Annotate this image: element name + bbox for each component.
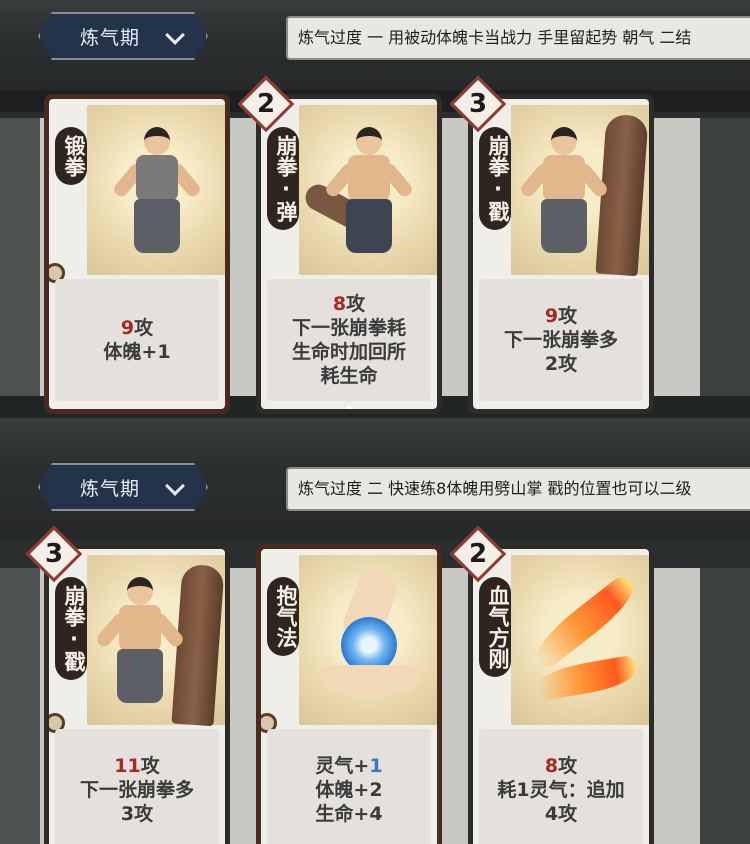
- card-face: 抱气法 灵气+1 体魄+2 生命+4: [261, 549, 437, 844]
- damage-suffix: 攻: [140, 755, 160, 777]
- card-bengquan-tan[interactable]: 崩拳·弹 8攻 下一张崩拳耗 生命时加回所 耗生命 2: [237, 75, 442, 414]
- card-bengquan-chuo[interactable]: 崩拳·戳 11攻 下一张崩拳多 3攻 3: [25, 525, 230, 844]
- card-description: 灵气+1 体魄+2 生命+4: [267, 729, 431, 844]
- card-name: 崩拳·弹: [267, 127, 299, 230]
- card-name: 崩拳·戳: [479, 127, 511, 230]
- cost-value: 2: [256, 89, 276, 119]
- chevron-down-icon: [165, 476, 185, 496]
- effect-line: 下一张崩拳多: [79, 779, 194, 801]
- cost-value: 3: [44, 539, 64, 569]
- cost-value: 3: [468, 89, 488, 119]
- card-face: 崩拳·戳 11攻 下一张崩拳多 3攻: [49, 549, 225, 844]
- fighter-illustration: [111, 127, 203, 267]
- card-description: 8攻 耗1灵气：追加 4攻: [479, 729, 643, 844]
- cost-value: 2: [468, 539, 488, 569]
- damage-suffix: 攻: [558, 755, 578, 777]
- damage-suffix: 攻: [134, 317, 154, 339]
- chevron-down-icon: [165, 25, 185, 45]
- card-art: [511, 105, 649, 277]
- card-baoqifa[interactable]: 抱气法 灵气+1 体魄+2 生命+4: [256, 544, 442, 844]
- damage-suffix: 攻: [558, 305, 578, 327]
- card-art: [299, 105, 437, 275]
- card-name: 血气方刚: [479, 577, 511, 677]
- effect-line: 体魄+1: [103, 341, 171, 363]
- card-face: 血气方刚 8攻 耗1灵气：追加 4攻: [473, 549, 649, 844]
- strategy-tip-bar[interactable]: 炼气过度 二 快速练8体魄用劈山掌 戳的位置也可以二级: [286, 467, 750, 511]
- damage-value: 9: [120, 317, 135, 339]
- qi-label: 灵气+: [315, 755, 370, 777]
- card-name: 崩拳·戳: [55, 577, 87, 680]
- qi-value: 1: [369, 755, 383, 777]
- effect-line: 耗生命: [320, 365, 378, 387]
- stage-dropdown[interactable]: 炼气期: [38, 12, 208, 60]
- damage-value: 8: [332, 293, 347, 315]
- card-art: [87, 105, 225, 275]
- effect-line: 2攻: [544, 353, 578, 375]
- card-description: 11攻 下一张崩拳多 3攻: [55, 729, 219, 844]
- card-art: [511, 555, 649, 725]
- damage-value: 11: [114, 755, 141, 777]
- card-face: 崩拳·戳 9攻 下一张崩拳多 2攻: [473, 99, 649, 409]
- effect-line: 3攻: [120, 803, 154, 825]
- damage-value: 8: [544, 755, 559, 777]
- hand-illustration: [321, 665, 421, 693]
- card-duanquan[interactable]: 锻拳 9攻 体魄+1: [44, 94, 230, 414]
- strategy-tip-bar[interactable]: 炼气过度 一 用被动体魄卡当战力 手里留起势 朝气 二结: [286, 16, 750, 60]
- effect-line: 下一张崩拳耗: [291, 317, 406, 339]
- fighter-illustration: [94, 577, 186, 717]
- stage-dropdown[interactable]: 炼气期: [38, 463, 208, 511]
- effect-line: 体魄+2: [315, 779, 383, 801]
- fighter-illustration: [323, 127, 415, 267]
- card-dot: [346, 406, 352, 409]
- stage-dropdown-label: 炼气期: [79, 477, 140, 500]
- effect-line: 下一张崩拳多: [503, 329, 618, 351]
- card-face: 崩拳·弹 8攻 下一张崩拳耗 生命时加回所 耗生命: [261, 99, 437, 409]
- stage-dropdown-label: 炼气期: [79, 26, 140, 49]
- card-art: [299, 555, 437, 725]
- card-face: 锻拳 9攻 体魄+1: [49, 99, 225, 409]
- card-description: 8攻 下一张崩拳耗 生命时加回所 耗生命: [267, 279, 431, 401]
- fighter-illustration: [518, 127, 610, 267]
- card-xueqifanggang[interactable]: 血气方刚 8攻 耗1灵气：追加 4攻 2: [449, 525, 654, 844]
- damage-value: 9: [544, 305, 559, 327]
- card-bengquan-chuo[interactable]: 崩拳·戳 9攻 下一张崩拳多 2攻 3: [449, 75, 654, 414]
- card-name: 锻拳: [55, 127, 87, 185]
- effect-line: 生命+4: [315, 803, 383, 825]
- effect-line: 4攻: [544, 803, 578, 825]
- card-name: 抱气法: [267, 577, 299, 656]
- card-description: 9攻 体魄+1: [55, 279, 219, 401]
- damage-suffix: 攻: [346, 293, 366, 315]
- card-description: 9攻 下一张崩拳多 2攻: [479, 279, 643, 401]
- card-art: [87, 555, 225, 727]
- effect-line: 耗1灵气：追加: [497, 779, 625, 801]
- effect-line: 生命时加回所: [291, 341, 406, 363]
